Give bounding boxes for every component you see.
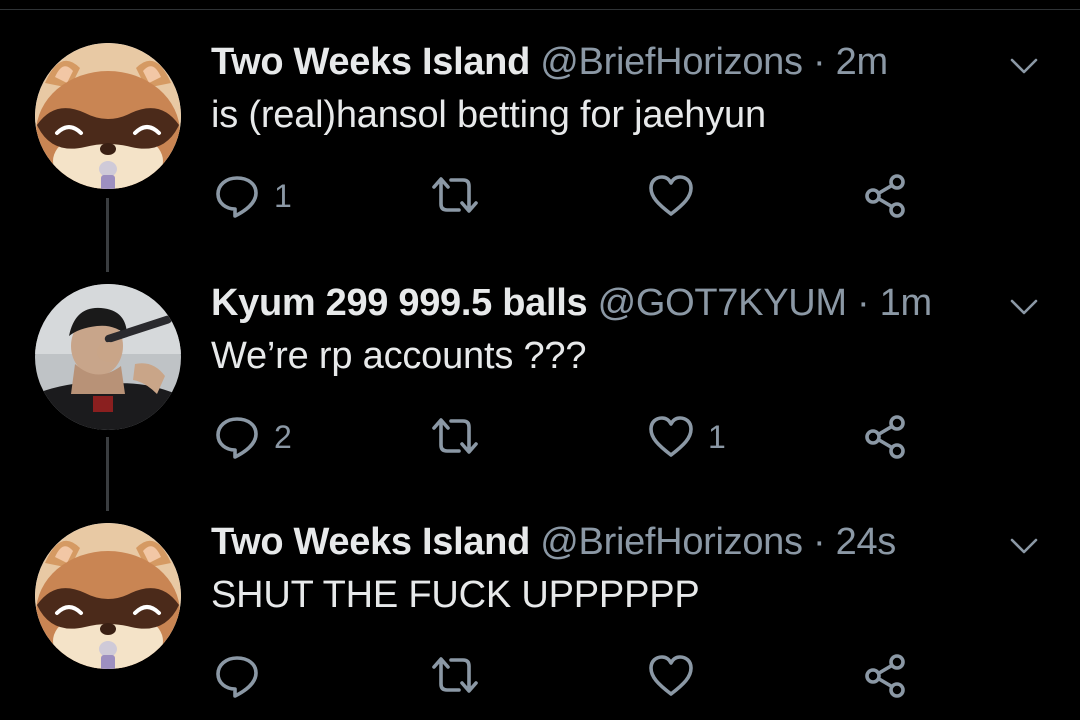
display-name[interactable]: Two Weeks Island bbox=[211, 521, 530, 563]
heart-icon bbox=[649, 175, 693, 216]
reply-icon bbox=[216, 656, 258, 698]
reply-button[interactable]: 1 bbox=[214, 168, 292, 224]
display-name[interactable]: Two Weeks Island bbox=[211, 41, 530, 83]
separator-dot: · bbox=[857, 282, 870, 324]
retweet-button[interactable] bbox=[430, 648, 494, 704]
tweet[interactable]: Two Weeks Island @BriefHorizons · 2m is … bbox=[0, 0, 1080, 240]
reply-icon bbox=[216, 176, 258, 218]
chevron-down-icon[interactable] bbox=[1006, 293, 1042, 319]
separator-dot: · bbox=[812, 41, 826, 83]
retweet-button[interactable] bbox=[430, 168, 494, 224]
retweet-icon bbox=[432, 177, 478, 213]
share-button[interactable] bbox=[862, 409, 908, 465]
tweet-header: Two Weeks Island @BriefHorizons · 24s bbox=[211, 519, 896, 565]
share-icon bbox=[865, 415, 905, 459]
user-handle[interactable]: @GOT7KYUM bbox=[598, 282, 847, 324]
heart-icon bbox=[649, 655, 693, 696]
tweet-header: Two Weeks Island @BriefHorizons · 2m bbox=[211, 39, 888, 85]
chevron-down-icon[interactable] bbox=[1006, 532, 1042, 558]
tweet-actions: 1 bbox=[0, 168, 1080, 224]
tweet-actions: 2 1 bbox=[0, 409, 1080, 465]
timestamp[interactable]: 24s bbox=[836, 521, 897, 563]
user-handle[interactable]: @BriefHorizons bbox=[540, 41, 803, 83]
retweet-icon bbox=[432, 657, 478, 693]
like-button[interactable] bbox=[648, 648, 708, 704]
retweet-button[interactable] bbox=[430, 409, 494, 465]
share-button[interactable] bbox=[862, 168, 908, 224]
tweet-text: We’re rp accounts ??? bbox=[211, 335, 587, 377]
tweet[interactable]: Two Weeks Island @BriefHorizons · 24s SH… bbox=[0, 480, 1080, 720]
share-icon bbox=[865, 654, 905, 698]
share-button[interactable] bbox=[862, 648, 908, 704]
display-name[interactable]: Kyum 299 999.5 balls bbox=[211, 282, 588, 324]
like-button[interactable]: 1 bbox=[648, 409, 726, 465]
timestamp[interactable]: 1m bbox=[880, 282, 933, 324]
like-count: 1 bbox=[708, 418, 726, 455]
heart-icon bbox=[649, 416, 693, 457]
reply-icon bbox=[216, 417, 258, 459]
reply-button[interactable]: 2 bbox=[214, 409, 292, 465]
timestamp[interactable]: 2m bbox=[836, 41, 889, 83]
tweet-header: Kyum 299 999.5 balls @GOT7KYUM · 1m bbox=[211, 280, 932, 326]
tweet-actions bbox=[0, 648, 1080, 704]
tweet[interactable]: Kyum 299 999.5 balls @GOT7KYUM · 1m We’r… bbox=[0, 241, 1080, 481]
tweet-text: SHUT THE FUCK UPPPPPP bbox=[211, 574, 700, 616]
reply-button[interactable] bbox=[214, 648, 274, 704]
reply-count: 2 bbox=[274, 418, 292, 455]
like-button[interactable] bbox=[648, 168, 708, 224]
chevron-down-icon[interactable] bbox=[1006, 52, 1042, 78]
user-handle[interactable]: @BriefHorizons bbox=[540, 521, 803, 563]
share-icon bbox=[865, 174, 905, 218]
tweet-text: is (real)hansol betting for jaehyun bbox=[211, 94, 766, 136]
retweet-icon bbox=[432, 418, 478, 454]
reply-count: 1 bbox=[274, 177, 292, 214]
separator-dot: · bbox=[812, 521, 826, 563]
